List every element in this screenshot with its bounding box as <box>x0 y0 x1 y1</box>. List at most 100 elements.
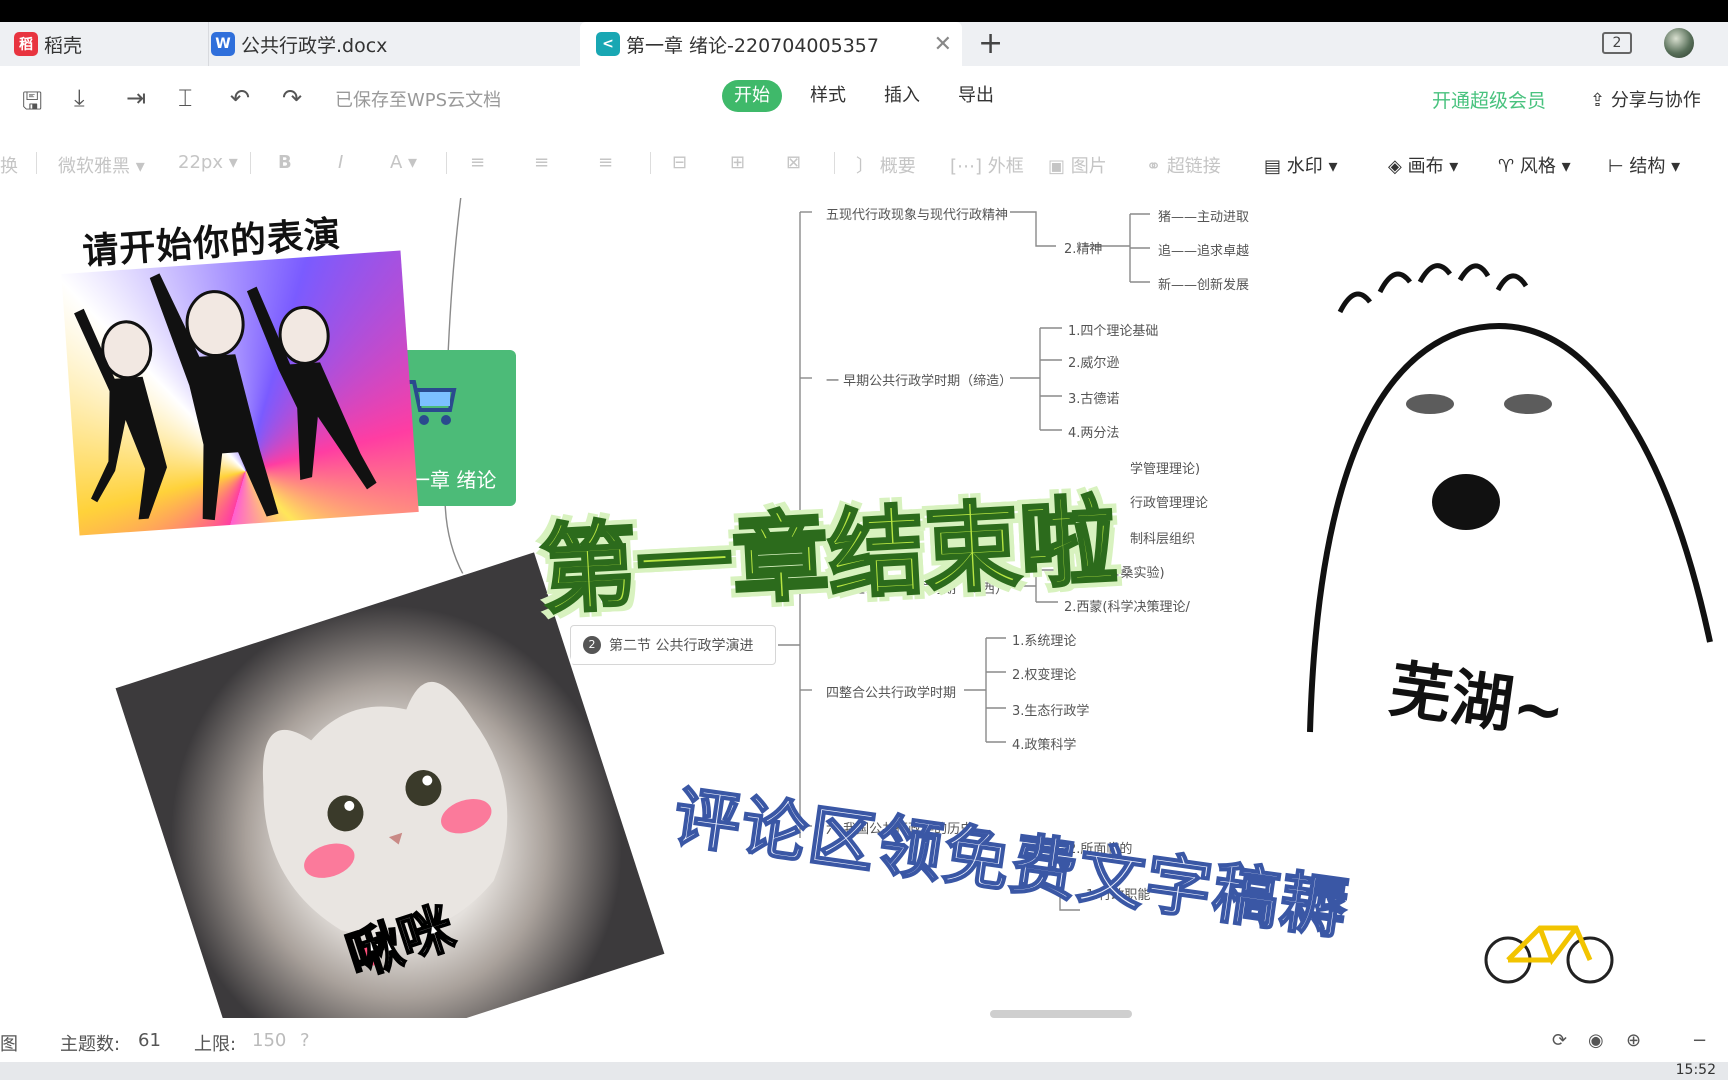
clock: 15:52 <box>1675 1062 1716 1078</box>
cut-label[interactable]: 换 <box>0 152 18 178</box>
section-number: 2 <box>583 636 601 654</box>
watermark-label: 水印 <box>1286 156 1323 177</box>
node-spirit[interactable]: 2.精神 <box>1064 238 1102 257</box>
main-toolbar: 🖫 ⤓ ⇥ ⌶ ↶ ↷ 已保存至WPS云文档 开始 样式 插入 导出 开通超级会… <box>0 66 1728 128</box>
link-button[interactable]: ⚭ 超链接 <box>1146 152 1221 178</box>
node-m2[interactable]: 行政管理理论 <box>1130 492 1208 511</box>
node-s2[interactable]: 追——追求卓越 <box>1158 240 1249 259</box>
taskbar-strip: 15:52 <box>0 1062 1728 1080</box>
node-m3[interactable]: 制科层组织 <box>1130 528 1195 547</box>
align-left-icon[interactable]: ≡ <box>470 152 485 173</box>
summary-icon: 〕 <box>856 156 880 177</box>
link-icon: ⚭ <box>1146 156 1167 177</box>
node-s1[interactable]: 猪——主动进取 <box>1158 206 1249 225</box>
size-value: 22px <box>178 152 223 173</box>
summary-label: 概要 <box>879 156 916 177</box>
node-integrate[interactable]: 四整合公共行政学时期 <box>826 682 956 701</box>
menu-start[interactable]: 开始 <box>722 80 782 112</box>
node-i4[interactable]: 4.政策科学 <box>1012 734 1076 753</box>
node-e4[interactable]: 4.两分法 <box>1068 422 1119 441</box>
link-label: 超链接 <box>1166 156 1221 177</box>
node-early[interactable]: 一 早期公共行政学时期（缔造） <box>826 370 1012 389</box>
tab-mindmap[interactable]: < 第一章 绪论-220704005357 ✕ <box>580 22 962 66</box>
avatar[interactable] <box>1664 28 1694 58</box>
align-center-icon[interactable]: ≡ <box>534 152 549 173</box>
frame-button[interactable]: [⋯] 外框 <box>950 152 1024 178</box>
structure-label: 结构 <box>1629 156 1666 177</box>
bicycle-icon <box>1484 925 1614 984</box>
frame-icon: [⋯] <box>950 156 988 177</box>
font-select[interactable]: 微软雅黑 ▾ <box>58 152 145 178</box>
menu-insert[interactable]: 插入 <box>872 80 932 112</box>
root-node-label: 一章 绪论 <box>410 468 497 492</box>
node-e3[interactable]: 3.古德诺 <box>1068 388 1119 407</box>
image-label: 图片 <box>1070 156 1107 177</box>
image-icon: ▣ <box>1048 156 1071 177</box>
section2-label: 第二节 公共行政学演进 <box>609 638 754 654</box>
shirt-icon: ♈ <box>1498 156 1520 177</box>
node-s3[interactable]: 新——创新发展 <box>1158 274 1249 293</box>
map-label: 图 <box>0 1034 18 1055</box>
window-count-badge[interactable]: 2 <box>1602 32 1632 54</box>
canvas-button[interactable]: ◈ 画布 ▾ <box>1388 152 1458 178</box>
divider <box>834 152 835 174</box>
structure-button[interactable]: ⊢ 结构 ▾ <box>1608 152 1680 178</box>
node-i1[interactable]: 1.系统理论 <box>1012 630 1076 649</box>
tab-docx[interactable]: W 公共行政学.docx <box>208 22 568 66</box>
menu-export[interactable]: 导出 <box>946 80 1006 112</box>
font-value: 微软雅黑 <box>58 156 130 177</box>
style-button[interactable]: ♈ 风格 ▾ <box>1498 152 1571 178</box>
eye-icon[interactable]: ◉ <box>1588 1030 1604 1051</box>
align-right-icon[interactable]: ≡ <box>598 152 613 173</box>
divider <box>36 152 37 174</box>
watermark-button[interactable]: ▤ 水印 ▾ <box>1264 152 1338 178</box>
insert-sibling-icon[interactable]: ⊟ <box>672 152 687 173</box>
format-painter-icon[interactable]: ⌶ <box>178 84 192 112</box>
node-i3[interactable]: 3.生态行政学 <box>1012 700 1089 719</box>
insert-parent-icon[interactable]: ⊠ <box>786 152 801 173</box>
dancing-meme-sticker <box>61 250 419 536</box>
limit-label: 上限: <box>194 1034 237 1055</box>
font-color-button[interactable]: A ▾ <box>390 152 417 173</box>
summary-button[interactable]: 〕 概要 <box>856 152 916 178</box>
bold-button[interactable]: B <box>278 152 292 173</box>
node-i2[interactable]: 2.权变理论 <box>1012 664 1076 683</box>
tab-docer[interactable]: 稻 稻壳 <box>14 22 204 66</box>
frame-label: 外框 <box>987 156 1024 177</box>
zoom-out-icon[interactable]: − <box>1692 1030 1707 1051</box>
format-toolbar: 换 微软雅黑 ▾ 22px ▾ B I A ▾ ≡ ≡ ≡ ⊟ ⊞ ⊠ 〕 概要… <box>0 128 1728 198</box>
refresh-icon[interactable]: ⟳ <box>1552 1030 1567 1051</box>
size-select[interactable]: 22px ▾ <box>178 152 238 173</box>
help-icon[interactable]: ? <box>300 1030 310 1051</box>
node-e2[interactable]: 2.威尔逊 <box>1068 352 1119 371</box>
redo-icon[interactable]: ↷ <box>282 84 302 112</box>
node-modern[interactable]: 五现代行政现象与现代行政精神 <box>826 204 1008 223</box>
menu-style[interactable]: 样式 <box>798 80 858 112</box>
dancers-figure <box>74 273 377 521</box>
tab-label: 第一章 绪论-220704005357 <box>626 34 879 57</box>
image-button[interactable]: ▣ 图片 <box>1048 152 1107 178</box>
italic-button[interactable]: I <box>338 152 343 173</box>
horizontal-scrollbar[interactable] <box>990 1010 1132 1018</box>
divider <box>650 152 651 174</box>
export-icon[interactable]: ⇥ <box>126 84 146 112</box>
vip-button[interactable]: 开通超级会员 <box>1432 86 1546 113</box>
save-icon[interactable]: 🖫 <box>22 84 42 125</box>
style-label: 风格 <box>1519 156 1556 177</box>
download-icon[interactable]: ⤓ <box>74 84 85 112</box>
word-doc-icon: W <box>211 32 235 56</box>
undo-icon[interactable]: ↶ <box>230 84 250 112</box>
section2-node[interactable]: 2 第二节 公共行政学演进 <box>570 625 776 665</box>
tab-label: 公共行政学.docx <box>241 34 388 57</box>
limit-value: 150 <box>252 1030 287 1051</box>
close-icon[interactable]: ✕ <box>934 32 952 57</box>
share-button[interactable]: ⇪ 分享与协作 <box>1590 86 1701 112</box>
docer-icon: 稻 <box>14 32 38 56</box>
canvas-icon: ◈ <box>1388 156 1408 177</box>
node-m1[interactable]: 学管理理论) <box>1130 458 1200 477</box>
node-e1[interactable]: 1.四个理论基础 <box>1068 320 1158 339</box>
mindmap-icon: < <box>596 32 620 56</box>
insert-child-icon[interactable]: ⊞ <box>730 152 745 173</box>
add-tab-button[interactable]: + <box>978 22 1003 66</box>
locate-icon[interactable]: ⊕ <box>1626 1030 1641 1051</box>
